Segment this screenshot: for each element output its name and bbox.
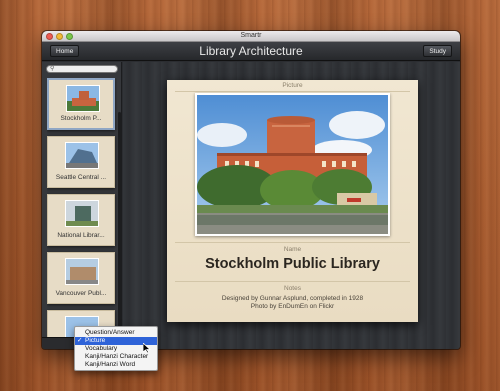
notes-line-2: Photo by EnDumEn on Flickr	[250, 303, 335, 310]
notes-field-label: Notes	[284, 285, 301, 292]
national-thumbnail	[66, 201, 98, 226]
card-thumb-label: Stockholm P...	[60, 115, 102, 122]
thumbnail-image	[65, 200, 99, 227]
divider	[175, 281, 410, 282]
study-button[interactable]: Study	[423, 45, 452, 57]
card-thumb-label: National Librar...	[57, 232, 105, 239]
thumbnail-image	[65, 142, 99, 169]
notes-line-1: Designed by Gunnar Asplund, completed in…	[221, 295, 364, 302]
menu-item-kanji-character[interactable]: Kanji/Hanzi Character	[75, 353, 157, 361]
mouse-cursor-icon	[143, 343, 151, 353]
card-thumbnail-list: Stockholm P... Seattle Central ... Natio…	[47, 78, 117, 349]
card-list-sidebar: ⚲ Stockholm P... Seattle Central ... Nat…	[42, 62, 122, 349]
picture-field-label: Picture	[282, 82, 303, 89]
stockholm-thumbnail	[67, 86, 99, 111]
vancouver-thumbnail	[66, 259, 98, 284]
menu-item-kanji-word[interactable]: Kanji/Hanzi Word	[75, 361, 157, 369]
stockholm-library-image	[197, 95, 388, 234]
app-window: Smartr Home Library Architecture Study ⚲…	[42, 31, 460, 349]
menu-item-label: Picture	[85, 337, 106, 344]
card-notes: Designed by Gunnar Asplund, completed in…	[167, 295, 418, 311]
name-field-label: Name	[283, 246, 302, 253]
seattle-thumbnail	[66, 143, 98, 168]
window-title: Smartr	[240, 32, 262, 39]
menu-item-label: Question/Answer	[85, 329, 135, 336]
sidebar-scrollbar[interactable]	[118, 112, 121, 349]
card-name: Stockholm Public Library	[205, 256, 380, 272]
search-icon: ⚲	[50, 66, 55, 72]
menu-item-label: Kanji/Hanzi Word	[85, 361, 136, 368]
divider	[175, 91, 410, 92]
card-thumb-label: Vancouver Publ...	[55, 290, 107, 297]
flashcard: Picture Name Stockholm Public Library No…	[167, 80, 418, 322]
card-thumb-stockholm[interactable]: Stockholm P...	[47, 78, 115, 130]
thumbnail-image	[66, 85, 100, 112]
toolbar: Home Library Architecture Study	[42, 42, 460, 61]
card-thumb-label: Seattle Central ...	[55, 174, 107, 181]
library-photo	[195, 93, 390, 236]
title-bar: Smartr	[42, 31, 460, 42]
menu-item-label: Vocabulary	[85, 345, 118, 352]
thumbnail-image	[65, 258, 99, 285]
deck-title: Library Architecture	[199, 44, 303, 58]
search-input[interactable]: ⚲	[46, 65, 118, 73]
divider	[175, 242, 410, 243]
card-detail-area: Picture Name Stockholm Public Library No…	[123, 62, 460, 349]
checkmark-icon: ✓	[77, 337, 83, 344]
card-thumb-vancouver[interactable]: Vancouver Publ...	[47, 252, 115, 304]
card-thumb-national[interactable]: National Librar...	[47, 194, 115, 246]
menu-item-question-answer[interactable]: Question/Answer	[75, 329, 157, 337]
card-thumb-seattle[interactable]: Seattle Central ...	[47, 136, 115, 188]
menu-item-label: Kanji/Hanzi Character	[85, 353, 149, 360]
